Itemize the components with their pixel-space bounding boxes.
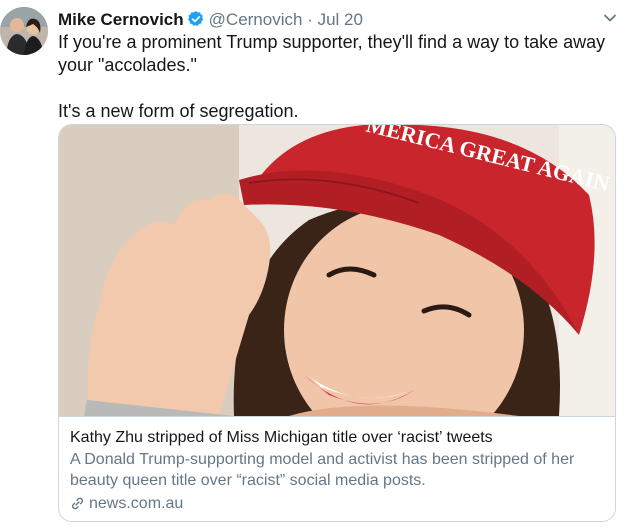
tweet[interactable]: Mike Cernovich @Cernovich · Jul 20 If yo… [0, 0, 640, 531]
card-domain[interactable]: news.com.au [70, 493, 604, 514]
verified-badge-icon [187, 11, 203, 26]
link-icon [72, 497, 83, 510]
card-domain-text[interactable]: news.com.au [89, 493, 183, 514]
tweet-text-line-2: It's a new form of segregation. [58, 101, 299, 121]
card-title[interactable]: Kathy Zhu stripped of Miss Michigan titl… [70, 427, 604, 448]
tweet-text-line-1: If you're a prominent Trump supporter, t… [58, 32, 606, 75]
tweet-date[interactable]: Jul 20 [318, 10, 363, 29]
tweet-text: If you're a prominent Trump supporter, t… [58, 31, 618, 123]
avatar[interactable] [0, 7, 48, 55]
separator-dot: · [307, 10, 313, 29]
author-handle[interactable]: @Cernovich [209, 10, 303, 29]
card-description: A Donald Trump-supporting model and acti… [70, 451, 575, 489]
author-name[interactable]: Mike Cernovich [58, 10, 184, 29]
chevron-down-icon[interactable] [602, 10, 618, 26]
card-body[interactable]: Kathy Zhu stripped of Miss Michigan titl… [59, 416, 615, 521]
card-image[interactable]: MERICA GREAT AGAIN [59, 125, 615, 416]
link-card[interactable]: MERICA GREAT AGAIN Kathy Zhu stripped of… [58, 124, 616, 522]
tweet-header: Mike Cernovich @Cernovich · Jul 20 [58, 9, 363, 31]
